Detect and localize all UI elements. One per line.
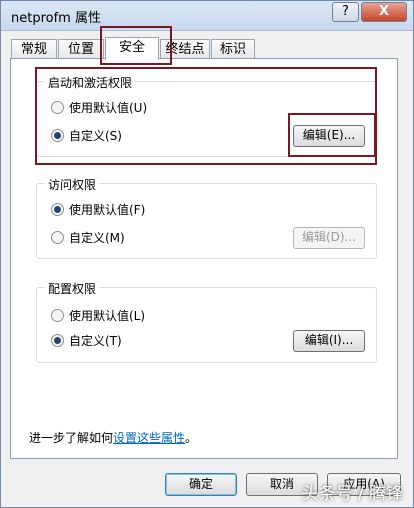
access-custom-label: 自定义(M) — [69, 231, 125, 245]
config-edit-button[interactable]: 编辑(I)... — [293, 330, 365, 352]
launch-default-label: 使用默认值(U) — [69, 101, 148, 115]
config-permissions-group: 配置权限 使用默认值(L) 自定义(T) 编辑(I)... — [36, 280, 377, 363]
properties-window: netprofm 属性 ? X 常规 位置 安全 终结点 标识 启动和激活权限 … — [0, 0, 414, 508]
learn-more-prefix: 进一步了解如何 — [29, 431, 114, 445]
radio-icon — [51, 231, 64, 244]
config-permissions-title: 配置权限 — [45, 280, 100, 297]
launch-custom-radio[interactable]: 自定义(S) — [51, 127, 122, 144]
radio-icon — [51, 101, 64, 114]
launch-custom-label: 自定义(S) — [69, 129, 122, 143]
learn-more-text: 进一步了解如何设置这些属性。 — [29, 429, 197, 446]
tab-location[interactable]: 位置 — [58, 39, 104, 59]
access-default-label: 使用默认值(F) — [69, 203, 146, 217]
access-custom-radio[interactable]: 自定义(M) — [51, 229, 125, 246]
security-panel: 启动和激活权限 使用默认值(U) 自定义(S) 编辑(E)... 访问权限 使用… — [10, 58, 398, 459]
window-title: netprofm 属性 — [11, 11, 101, 26]
close-button[interactable]: X — [361, 2, 407, 22]
access-edit-button[interactable]: 编辑(D)... — [293, 227, 365, 249]
access-permissions-group: 访问权限 使用默认值(F) 自定义(M) 编辑(D)... — [36, 176, 377, 259]
tab-identity[interactable]: 标识 — [211, 39, 255, 59]
launch-edit-button[interactable]: 编辑(E)... — [293, 125, 365, 147]
tab-general[interactable]: 常规 — [11, 39, 57, 59]
ok-button[interactable]: 确定 — [165, 473, 237, 496]
learn-more-suffix: 。 — [185, 431, 198, 445]
tab-security[interactable]: 安全 — [105, 37, 159, 60]
watermark: 头条号 / 腾锋 — [301, 484, 403, 504]
config-custom-label: 自定义(T) — [69, 334, 122, 348]
access-permissions-title: 访问权限 — [45, 176, 100, 193]
radio-selected-icon — [51, 334, 64, 347]
launch-permissions-title: 启动和激活权限 — [45, 74, 136, 91]
radio-icon — [51, 309, 64, 322]
config-default-radio[interactable]: 使用默认值(L) — [51, 307, 145, 324]
tab-endpoints[interactable]: 终结点 — [160, 39, 210, 59]
config-custom-radio[interactable]: 自定义(T) — [51, 332, 122, 349]
access-default-radio[interactable]: 使用默认值(F) — [51, 201, 145, 218]
launch-default-radio[interactable]: 使用默认值(U) — [51, 99, 147, 116]
learn-more-link[interactable]: 设置这些属性 — [113, 431, 185, 445]
launch-permissions-group: 启动和激活权限 使用默认值(U) 自定义(S) 编辑(E)... — [36, 74, 377, 157]
config-default-label: 使用默认值(L) — [69, 309, 146, 323]
radio-selected-icon — [51, 203, 64, 216]
help-button[interactable]: ? — [332, 2, 359, 22]
title-bar[interactable]: netprofm 属性 ? X — [1, 1, 413, 31]
radio-selected-icon — [51, 129, 64, 142]
